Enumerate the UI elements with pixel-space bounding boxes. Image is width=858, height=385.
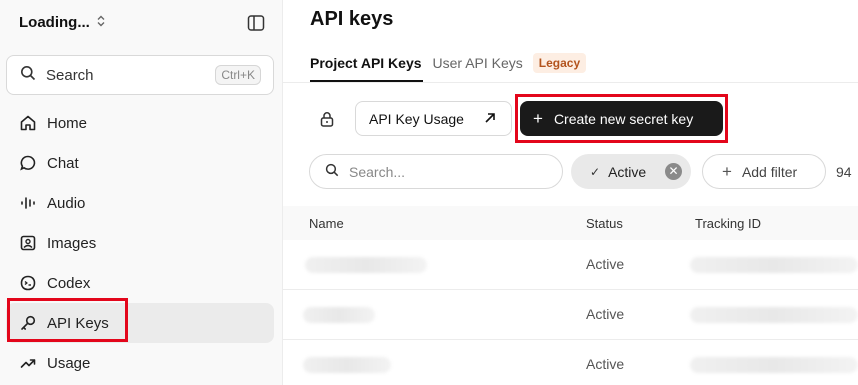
page-title: API keys — [310, 8, 394, 30]
sidebar-item-home[interactable]: Home — [6, 103, 274, 143]
sidebar-item-api-keys[interactable]: API Keys — [6, 303, 274, 343]
key-icon — [18, 313, 38, 333]
sidebar-item-label: Audio — [47, 194, 86, 212]
table-row[interactable]: Active — [283, 240, 858, 290]
sidebar-item-usage[interactable]: Usage — [6, 343, 274, 383]
sidebar-item-label: Home — [47, 114, 88, 132]
codex-icon — [18, 273, 38, 293]
sidebar-item-audio[interactable]: Audio — [6, 183, 274, 223]
create-secret-key-label: Create new secret key — [553, 110, 694, 127]
sidebar-item-images[interactable]: Images — [6, 223, 274, 263]
search-placeholder: Search... — [349, 163, 406, 180]
create-secret-key-button[interactable]: + Create new secret key — [520, 101, 723, 136]
api-key-usage-button[interactable]: API Key Usage — [355, 101, 512, 136]
redacted-tracking-id — [690, 357, 858, 373]
clear-filter-icon[interactable]: ✕ — [665, 163, 682, 180]
sidebar-item-label: Chat — [47, 154, 79, 172]
search-icon — [20, 65, 36, 86]
legacy-badge: Legacy — [532, 53, 587, 73]
search-shortcut: Ctrl+K — [215, 65, 261, 85]
sidebar-nav: Home Chat Audio Images Codex API Keys Us… — [6, 103, 274, 383]
redacted-tracking-id — [690, 257, 858, 273]
check-icon: ✓ — [590, 164, 601, 179]
plus-icon: + — [722, 162, 732, 181]
table-header: Name Status Tracking ID — [283, 206, 858, 240]
search-icon — [325, 163, 339, 180]
sidebar-item-codex[interactable]: Codex — [6, 263, 274, 303]
arrow-up-right-icon — [483, 111, 497, 128]
tab-user-api-keys[interactable]: User API Keys — [433, 52, 523, 82]
active-filter-label: Active — [608, 163, 647, 180]
sidebar-search[interactable]: Search Ctrl+K — [6, 55, 274, 95]
status-cell: Active — [586, 256, 625, 272]
redacted-name — [303, 357, 391, 373]
chat-icon — [18, 153, 38, 173]
column-header-name: Name — [309, 216, 344, 231]
add-filter-button[interactable]: + Add filter — [702, 154, 826, 189]
column-header-tracking-id: Tracking ID — [695, 216, 761, 231]
add-filter-label: Add filter — [741, 163, 798, 180]
tab-project-api-keys[interactable]: Project API Keys — [310, 52, 423, 82]
org-switcher[interactable]: Loading... — [19, 14, 106, 31]
status-cell: Active — [586, 356, 625, 372]
trend-icon — [18, 353, 38, 373]
sidebar-item-label: API Keys — [47, 314, 109, 332]
tabs-divider — [283, 82, 858, 83]
active-filter-chip[interactable]: ✓ Active ✕ — [571, 154, 691, 189]
api-key-usage-label: API Key Usage — [369, 110, 464, 127]
column-header-status: Status — [586, 216, 623, 231]
sidebar-item-label: Codex — [47, 274, 91, 292]
redacted-name — [303, 307, 375, 323]
tab-bar: Project API Keys User API Keys Legacy — [310, 52, 587, 82]
sidebar-item-label: Images — [47, 234, 97, 252]
sidebar-toggle-icon[interactable] — [247, 14, 265, 32]
search-label: Search — [46, 66, 94, 84]
status-cell: Active — [586, 306, 625, 322]
lock-icon — [318, 110, 336, 128]
home-icon — [18, 113, 38, 133]
redacted-name — [305, 257, 427, 273]
chevron-updown-icon — [96, 15, 106, 30]
main-content: API keys Project API Keys User API Keys … — [283, 0, 858, 385]
org-name: Loading... — [19, 14, 90, 31]
sidebar-item-label: Usage — [47, 354, 91, 372]
result-count: 94 — [836, 164, 852, 180]
table-row[interactable]: Active — [283, 290, 858, 340]
key-search-input[interactable]: Search... — [309, 154, 563, 189]
sidebar-item-chat[interactable]: Chat — [6, 143, 274, 183]
audio-icon — [18, 193, 38, 213]
image-icon — [18, 233, 38, 253]
plus-icon: + — [533, 109, 543, 128]
redacted-tracking-id — [690, 307, 858, 323]
sidebar: Loading... Search Ctrl+K Home Chat Audio… — [0, 0, 283, 385]
table-row[interactable]: Active — [283, 340, 858, 385]
